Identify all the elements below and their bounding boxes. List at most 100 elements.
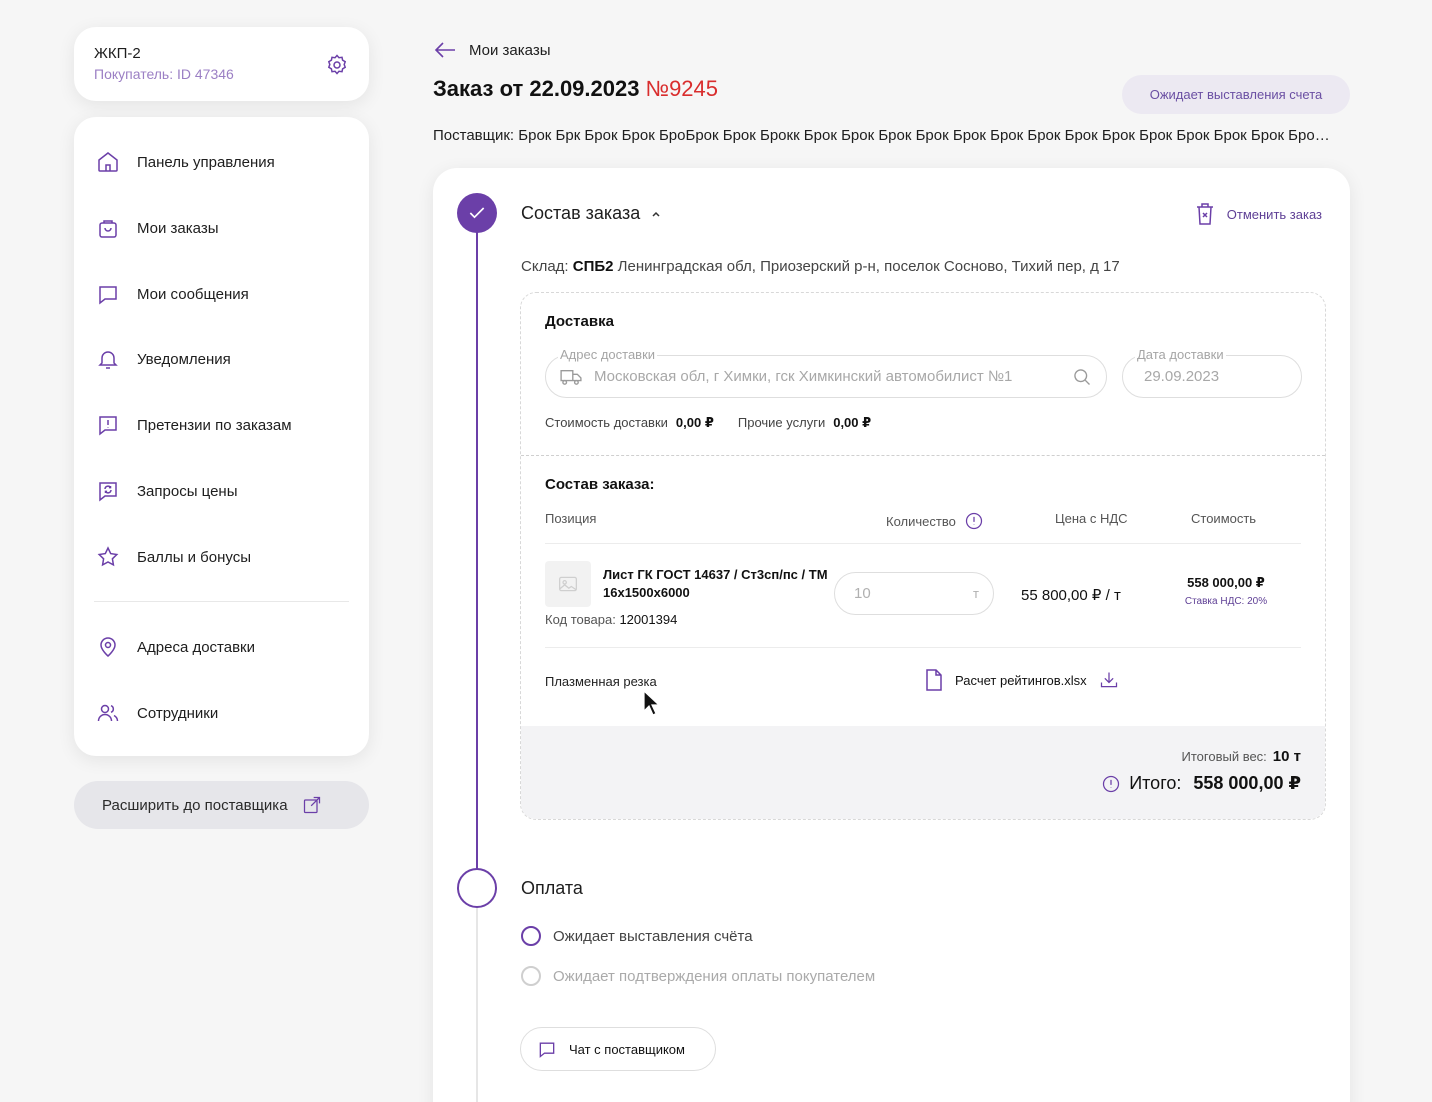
search-icon[interactable] xyxy=(1072,367,1092,387)
chevron-up-icon xyxy=(652,211,660,217)
sidebar-item-claims[interactable]: Претензии по заказам xyxy=(96,405,292,445)
account-subtitle: Покупатель: ID 47346 xyxy=(94,66,234,82)
other-services-value: 0,00 ₽ xyxy=(833,415,872,430)
delivery-date-label: Дата доставки xyxy=(1135,347,1226,362)
chat-with-supplier-button[interactable]: Чат с поставщиком xyxy=(520,1027,716,1071)
product-code: Код товара: 12001394 xyxy=(545,612,677,627)
sidebar-item-dashboard[interactable]: Панель управления xyxy=(96,142,275,182)
cancel-order-button[interactable]: Отменить заказ xyxy=(1195,202,1322,226)
total-weight-label: Итоговый вес: xyxy=(1181,749,1267,764)
other-services-label: Прочие услуги xyxy=(737,415,826,430)
sidebar-item-price-requests[interactable]: Запросы цены xyxy=(96,471,238,511)
column-header-price: Цена с НДС xyxy=(1055,511,1128,526)
chat-label: Чат с поставщиком xyxy=(569,1041,685,1057)
location-icon xyxy=(100,637,116,657)
sidebar-item-messages[interactable]: Мои сообщения xyxy=(96,274,249,314)
sidebar-item-employees[interactable]: Сотрудники xyxy=(96,693,218,733)
row-divider xyxy=(545,543,1301,544)
bell-icon xyxy=(98,351,118,369)
arrow-left-icon xyxy=(434,42,455,58)
warehouse-code: СПБ2 xyxy=(572,258,614,275)
grand-total-label: Итого: xyxy=(1129,773,1182,793)
star-icon xyxy=(97,546,119,567)
sidebar-item-notifications[interactable]: Уведомления xyxy=(96,339,231,379)
grand-total-value: 558 000,00 ₽ xyxy=(1193,773,1301,793)
quantity-value: 10 xyxy=(854,585,871,602)
delivery-cost-value: 0,00 ₽ xyxy=(675,415,714,430)
cancel-order-label: Отменить заказ xyxy=(1226,206,1322,222)
quantity-input[interactable]: 10 т xyxy=(834,572,994,615)
payment-step-label: Ожидает подтверждения оплаты покупателем xyxy=(553,967,876,985)
step-circle-icon xyxy=(521,926,541,946)
order-section-toggle[interactable]: Состав заказа xyxy=(521,203,662,224)
order-details-box: Доставка Адрес доставки Московская обл, … xyxy=(520,292,1326,820)
truck-icon xyxy=(560,369,582,385)
attachment-file[interactable]: Расчет рейтингов.xlsx xyxy=(925,669,1119,691)
sidebar-item-label: Мои заказы xyxy=(137,219,219,237)
warehouse-line: Склад: СПБ2 Ленинградская обл, Приозерск… xyxy=(521,258,1120,275)
file-icon xyxy=(926,669,942,691)
gear-icon[interactable] xyxy=(325,53,349,77)
product-code-label: Код товара: xyxy=(545,612,616,627)
claim-icon xyxy=(99,416,117,436)
product-code-value: 12001394 xyxy=(619,612,678,627)
order-title: Заказ от 22.09.2023 xyxy=(433,76,640,101)
info-icon[interactable] xyxy=(1101,774,1121,794)
column-header-total: Стоимость xyxy=(1191,511,1257,526)
sidebar-item-bonuses[interactable]: Баллы и бонусы xyxy=(96,537,251,577)
info-icon[interactable] xyxy=(964,511,984,531)
expand-to-supplier-button[interactable]: Расширить до поставщика xyxy=(74,781,369,829)
total-weight: Итоговый вес: 10 т xyxy=(1182,748,1302,765)
delivery-date-value: 29.09.2023 xyxy=(1144,368,1220,385)
page-title: Заказ от 22.09.2023 №9245 xyxy=(433,76,718,102)
payment-step-invoice: Ожидает выставления счёта xyxy=(521,926,753,946)
product-name[interactable]: Лист ГК ГОСТ 14637 / Ст3сп/пс / ТМ 16x15… xyxy=(603,566,833,602)
external-link-icon xyxy=(303,796,320,814)
quantity-unit: т xyxy=(973,586,979,601)
sidebar-item-label: Мои сообщения xyxy=(137,285,249,303)
step-done-indicator xyxy=(457,193,497,233)
order-card: Состав заказа Отменить заказ Склад: СПБ2… xyxy=(433,168,1350,1102)
vat-rate: Ставка НДС: 20% xyxy=(1184,596,1268,607)
delivery-heading: Доставка xyxy=(545,313,614,330)
home-icon xyxy=(98,152,118,172)
unit-price: 55 800,00 ₽ / т xyxy=(1021,587,1121,604)
other-services: Прочие услуги 0,00 ₽ xyxy=(738,415,871,431)
cart-icon xyxy=(99,220,117,238)
delivery-cost-label: Стоимость доставки xyxy=(545,415,668,430)
warehouse-address: Ленинградская обл, Приозерский р-н, посе… xyxy=(617,258,1120,275)
delivery-costs: Стоимость доставки 0,00 ₽ Прочие услуги 0,… xyxy=(545,415,871,431)
service-item: Плазменная резка xyxy=(545,674,657,689)
sidebar-item-orders[interactable]: Мои заказы xyxy=(96,208,219,248)
column-header-quantity-label: Количество xyxy=(886,513,956,529)
grand-total: Итого: 558 000,00 ₽ xyxy=(1101,773,1301,794)
payment-step-confirmation: Ожидает подтверждения оплаты покупателем xyxy=(521,966,875,986)
sidebar-item-addresses[interactable]: Адреса доставки xyxy=(96,627,255,667)
delivery-address-field[interactable]: Адрес доставки Московская обл, г Химки, … xyxy=(545,347,1107,398)
supplier-line: Поставщик: Брок Брк Брок Брок БроБрок Бр… xyxy=(433,127,1333,144)
total-weight-value: 10 т xyxy=(1272,748,1301,765)
sidebar-item-label: Баллы и бонусы xyxy=(137,548,252,566)
sidebar-item-label: Панель управления xyxy=(137,153,275,171)
back-link[interactable]: Мои заказы xyxy=(433,40,551,60)
delivery-date-field[interactable]: Дата доставки 29.09.2023 xyxy=(1122,347,1302,398)
sidebar-item-label: Уведомления xyxy=(137,350,231,368)
delivery-address-value: Московская обл, г Химки, гск Химкинский … xyxy=(594,368,1013,385)
price-request-icon xyxy=(99,482,117,502)
users-icon xyxy=(97,704,119,722)
expand-label: Расширить до поставщика xyxy=(102,796,288,814)
account-card: ЖКП-2 Покупатель: ID 47346 xyxy=(74,27,369,101)
sidebar-item-label: Сотрудники xyxy=(137,704,219,722)
chat-icon xyxy=(539,1042,555,1058)
download-icon[interactable] xyxy=(1099,670,1119,690)
payment-step-label: Ожидает выставления счёта xyxy=(553,927,753,945)
row-divider xyxy=(545,647,1301,648)
attachment-file-name: Расчет рейтингов.xlsx xyxy=(955,672,1087,688)
product-thumbnail xyxy=(545,561,591,607)
column-header-position: Позиция xyxy=(545,511,597,526)
composition-heading: Состав заказа: xyxy=(545,476,655,493)
delivery-address-label: Адрес доставки xyxy=(558,347,658,362)
back-label: Мои заказы xyxy=(469,41,551,59)
sidebar-nav: Панель управления Мои заказы Мои сообщен… xyxy=(74,117,369,756)
sidebar-item-label: Претензии по заказам xyxy=(137,416,292,434)
